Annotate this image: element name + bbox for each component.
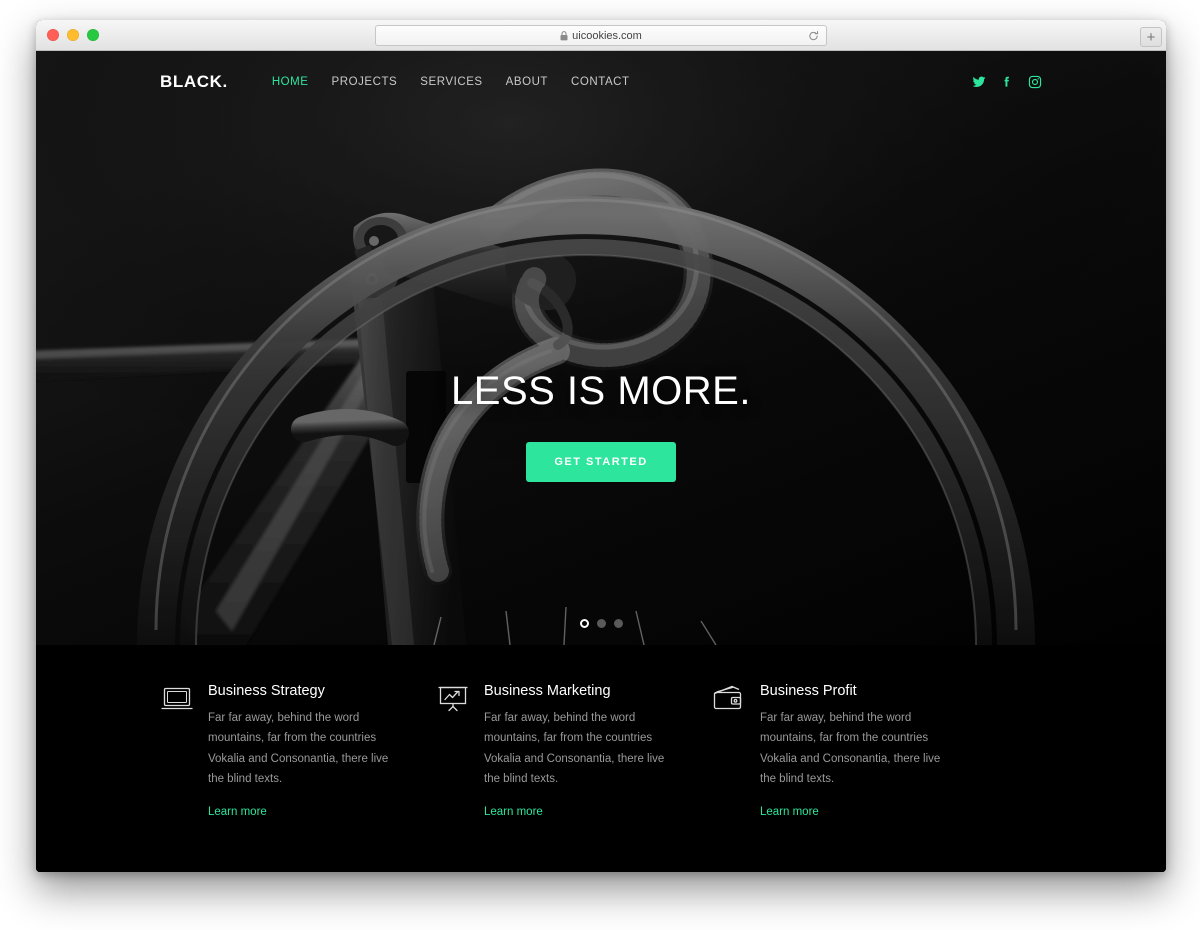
close-window-button[interactable] [47, 29, 59, 41]
nav-item-about[interactable]: ABOUT [506, 76, 548, 88]
nav-item-contact[interactable]: CONTACT [571, 76, 630, 88]
page-viewport: BLACK. HOME PROJECTS SERVICES ABOUT CONT… [36, 51, 1166, 872]
twitter-icon[interactable] [972, 75, 986, 89]
presentation-chart-icon [436, 683, 470, 872]
learn-more-link[interactable]: Learn more [208, 806, 267, 818]
new-tab-button[interactable]: + [1140, 27, 1162, 47]
carousel-dot-1[interactable] [579, 619, 589, 628]
maximize-window-button[interactable] [87, 29, 99, 41]
carousel-dots [36, 619, 1166, 628]
hero-title: LESS IS MORE. [451, 369, 751, 413]
address-bar[interactable]: uicookies.com [375, 25, 827, 46]
browser-titlebar: uicookies.com + [36, 20, 1166, 51]
social-links [972, 75, 1042, 89]
browser-window: uicookies.com + BLACK. HOME PROJECTS SER… [36, 20, 1166, 872]
feature-title: Business Strategy [208, 683, 325, 699]
learn-more-link[interactable]: Learn more [760, 806, 819, 818]
wallet-icon [712, 683, 746, 872]
instagram-icon[interactable] [1028, 75, 1042, 89]
facebook-icon[interactable] [1000, 75, 1014, 89]
hero-section: BLACK. HOME PROJECTS SERVICES ABOUT CONT… [36, 51, 1166, 645]
nav-item-projects[interactable]: PROJECTS [332, 76, 398, 88]
site-navbar: BLACK. HOME PROJECTS SERVICES ABOUT CONT… [36, 51, 1166, 113]
address-bar-url: uicookies.com [572, 29, 642, 42]
feature-card-business-marketing: Business Marketing Far far away, behind … [436, 683, 712, 872]
features-section: Business Strategy Far far away, behind t… [36, 645, 1166, 872]
feature-body: Business Profit Far far away, behind the… [760, 683, 956, 872]
minimize-window-button[interactable] [67, 29, 79, 41]
feature-body: Business Strategy Far far away, behind t… [208, 683, 404, 872]
nav-item-services[interactable]: SERVICES [420, 76, 482, 88]
primary-navigation: HOME PROJECTS SERVICES ABOUT CONTACT [272, 76, 630, 88]
hero-content: LESS IS MORE. GET STARTED [36, 369, 1166, 482]
reload-icon[interactable] [808, 30, 819, 41]
carousel-dot-2[interactable] [596, 619, 606, 628]
feature-text: Far far away, behind the word mountains,… [484, 712, 665, 786]
learn-more-link[interactable]: Learn more [484, 806, 543, 818]
nav-item-home[interactable]: HOME [272, 76, 309, 88]
feature-card-business-profit: Business Profit Far far away, behind the… [712, 683, 988, 872]
window-controls [47, 29, 99, 41]
feature-title: Business Marketing [484, 683, 611, 699]
laptop-icon [160, 683, 194, 872]
feature-card-business-strategy: Business Strategy Far far away, behind t… [160, 683, 436, 872]
lock-icon [560, 30, 568, 41]
get-started-button[interactable]: GET STARTED [526, 442, 676, 482]
hero-background-image [36, 51, 1166, 645]
feature-text: Far far away, behind the word mountains,… [760, 712, 941, 786]
carousel-dot-3[interactable] [613, 619, 623, 628]
site-logo[interactable]: BLACK. [160, 72, 228, 92]
feature-text: Far far away, behind the word mountains,… [208, 712, 389, 786]
feature-title: Business Profit [760, 683, 857, 699]
feature-body: Business Marketing Far far away, behind … [484, 683, 680, 872]
